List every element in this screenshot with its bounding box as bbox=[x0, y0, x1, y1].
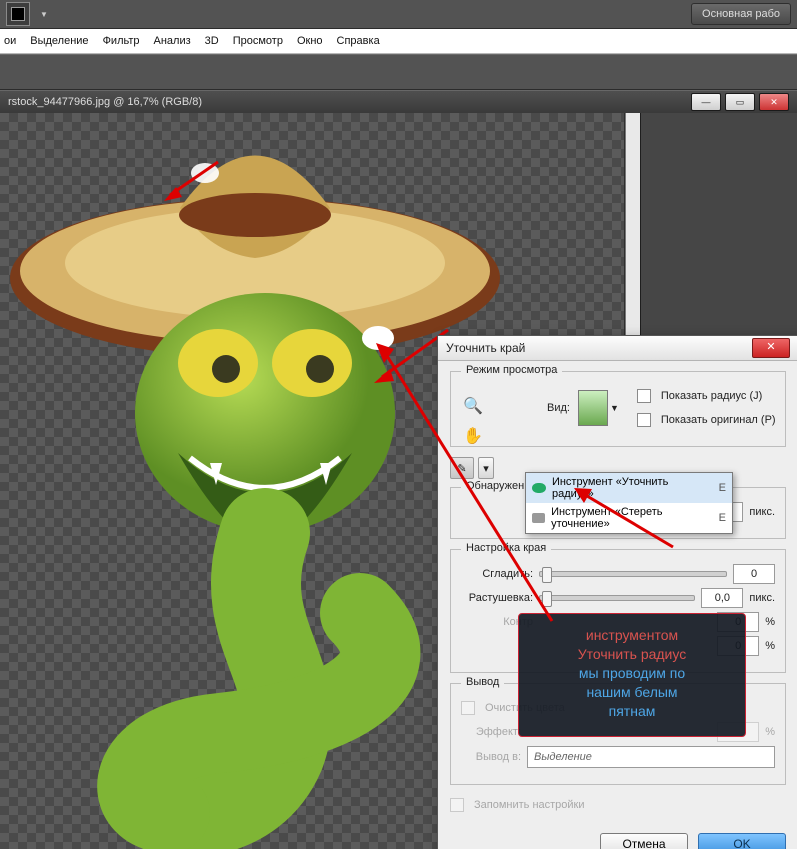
annotation-arrow bbox=[158, 157, 228, 207]
feather-value-field[interactable]: 0,0 bbox=[701, 588, 743, 608]
menu-bar: ои Выделение Фильтр Анализ 3D Просмотр О… bbox=[0, 29, 797, 54]
document-title: rstock_94477966.jpg @ 16,7% (RGB/8) bbox=[8, 96, 202, 108]
menu-item[interactable]: 3D bbox=[205, 35, 219, 47]
callout-line: мы проводим по bbox=[527, 664, 737, 683]
output-to-label: Вывод в: bbox=[461, 751, 521, 763]
show-radius-label: Показать радиус (J) bbox=[661, 390, 762, 402]
chevron-down-icon[interactable]: ▼ bbox=[610, 403, 619, 413]
shortcut-label: E bbox=[719, 512, 726, 524]
ok-button[interactable]: OK bbox=[698, 833, 786, 849]
effect-label: Эффект: bbox=[461, 726, 521, 738]
dialog-close-button[interactable]: ✕ bbox=[752, 338, 790, 358]
cancel-button[interactable]: Отмена bbox=[600, 833, 688, 849]
unit-label: % bbox=[765, 616, 775, 628]
menu-item[interactable]: Выделение bbox=[30, 35, 88, 47]
unit-label: % bbox=[765, 726, 775, 738]
group-legend: Вывод bbox=[461, 676, 504, 688]
unit-label: пикс. bbox=[749, 506, 775, 518]
menu-item[interactable]: Фильтр bbox=[103, 35, 140, 47]
menu-item[interactable]: Окно bbox=[297, 35, 323, 47]
tool-options-strip bbox=[0, 54, 797, 90]
shortcut-label: E bbox=[719, 482, 726, 494]
unit-label: пикс. bbox=[749, 592, 775, 604]
smooth-value-field[interactable]: 0 bbox=[733, 564, 775, 584]
workspace-switcher[interactable]: Основная рабо bbox=[691, 3, 791, 25]
remember-label: Запомнить настройки bbox=[474, 799, 585, 811]
annotation-arrow bbox=[372, 341, 572, 641]
remember-checkbox[interactable] bbox=[450, 798, 464, 812]
foreground-swatch[interactable] bbox=[6, 2, 30, 26]
swatch-dropdown-icon[interactable]: ▼ bbox=[40, 10, 48, 19]
unit-label: % bbox=[765, 640, 775, 652]
menu-item[interactable]: Анализ bbox=[154, 35, 191, 47]
menu-item[interactable]: Просмотр bbox=[233, 35, 283, 47]
output-combobox[interactable]: Выделение bbox=[527, 746, 775, 768]
callout-line: пятнам bbox=[527, 702, 737, 721]
workspace-stage: Уточнить край ✕ Режим просмотра 🔍 ✋ Вид: bbox=[0, 113, 797, 849]
document-titlebar: rstock_94477966.jpg @ 16,7% (RGB/8) — ▭ … bbox=[0, 90, 797, 113]
app-root: ▼ Основная рабо ои Выделение Фильтр Анал… bbox=[0, 0, 797, 849]
menu-item[interactable]: Справка bbox=[337, 35, 380, 47]
menu-item[interactable]: ои bbox=[4, 35, 16, 47]
window-close-button[interactable]: ✕ bbox=[759, 93, 789, 111]
window-minimize-button[interactable]: — bbox=[691, 93, 721, 111]
annotation-arrow bbox=[568, 485, 688, 565]
show-original-checkbox[interactable] bbox=[637, 413, 651, 427]
view-thumbnail[interactable] bbox=[578, 390, 608, 426]
callout-line: нашим белым bbox=[527, 683, 737, 702]
decontaminate-checkbox[interactable] bbox=[461, 701, 475, 715]
callout-line: Уточнить радиус bbox=[527, 645, 737, 664]
options-bar: ▼ Основная рабо bbox=[0, 0, 797, 29]
show-original-label: Показать оригинал (P) bbox=[661, 414, 776, 426]
show-radius-checkbox[interactable] bbox=[637, 389, 651, 403]
window-maximize-button[interactable]: ▭ bbox=[725, 93, 755, 111]
